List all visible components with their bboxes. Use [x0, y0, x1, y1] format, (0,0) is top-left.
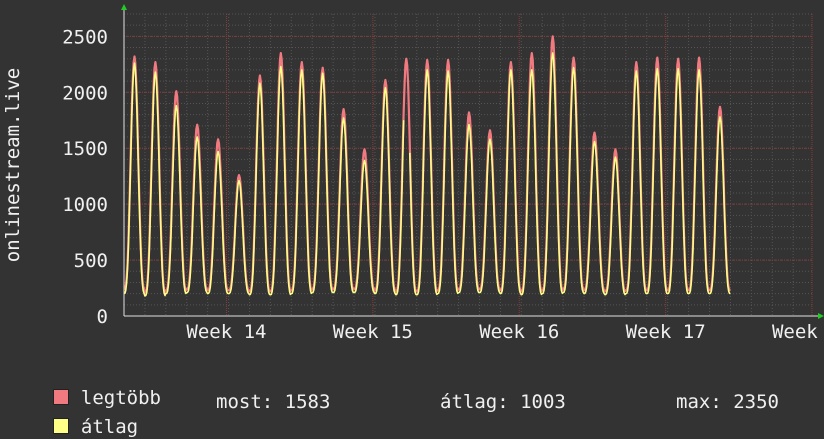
legend-label-atlag: átlag — [80, 416, 139, 438]
y-tick-label: 0 — [97, 306, 108, 328]
y-tick-label: 2500 — [62, 26, 108, 48]
x-tick-label: Week 16 — [479, 321, 559, 343]
series-group — [123, 35, 731, 297]
stat-avg-value: 1003 — [520, 391, 566, 413]
y-tick-label: 1000 — [62, 194, 108, 216]
stat-max: max: 2350 — [676, 391, 779, 413]
y-tick-label: 500 — [74, 250, 108, 272]
x-tick-label: Week 18 — [772, 321, 824, 343]
x-tick-label: Week 17 — [626, 321, 706, 343]
y-tick-label: 1500 — [62, 138, 108, 160]
stat-now-value: 1583 — [284, 391, 331, 413]
stat-max-value: 2350 — [733, 391, 779, 413]
y-axis-label: onlinestream.live — [2, 68, 24, 262]
stat-now-label: most: — [216, 391, 274, 413]
stat-max-label: max: — [676, 391, 722, 413]
grid — [123, 13, 813, 317]
x-axis-arrow — [818, 313, 824, 319]
y-axis-arrow — [121, 4, 127, 10]
legend-swatch-atlag — [52, 418, 69, 434]
x-tick-label: Week 14 — [186, 321, 266, 343]
stat-now: most: 1583 — [216, 391, 330, 413]
y-tick-label: 2000 — [62, 82, 108, 104]
stat-avg: átlag: 1003 — [440, 391, 566, 413]
stat-avg-label: átlag: — [440, 391, 509, 413]
x-tick-label: Week 15 — [333, 321, 413, 343]
legend-item-atlag: átlag — [30, 391, 138, 439]
